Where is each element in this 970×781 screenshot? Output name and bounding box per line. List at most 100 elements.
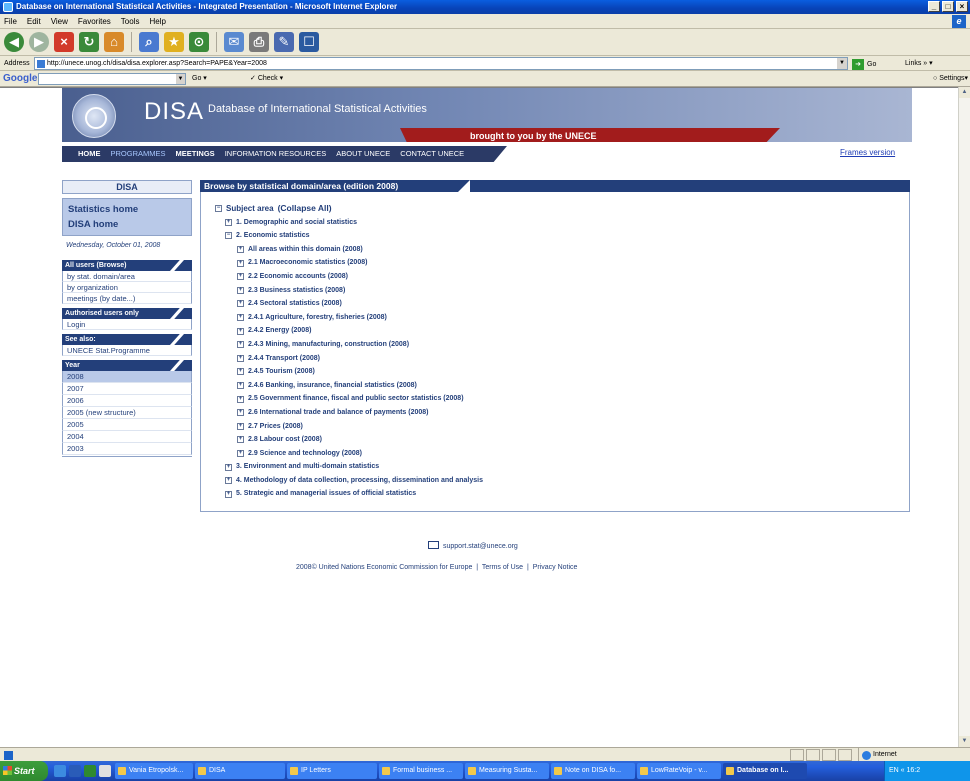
favorites-icon[interactable]: ★ (164, 32, 184, 52)
maximize-button[interactable]: □ (942, 1, 954, 12)
expand-box-icon[interactable]: + (237, 314, 244, 322)
nav-contact-unece[interactable]: CONTACT UNECE (400, 146, 464, 162)
privacy-notice-link[interactable]: Privacy Notice (533, 564, 578, 571)
tree-subitem[interactable]: +2.6 International trade and balance of … (201, 406, 909, 420)
window-title-bar[interactable]: Database on International Statistical Ac… (0, 0, 970, 14)
expand-box-icon[interactable]: + (237, 436, 244, 444)
expand-box-icon[interactable]: + (237, 286, 244, 294)
expand-box-icon[interactable]: + (237, 382, 244, 390)
tree-subitem[interactable]: +2.4.6 Banking, insurance, financial sta… (201, 379, 909, 393)
tree-subitem[interactable]: +2.3 Business statistics (2008) (201, 284, 909, 298)
google-search-input[interactable]: ▼ (38, 73, 186, 85)
tree-subitem[interactable]: +2.4.4 Transport (2008) (201, 352, 909, 366)
tree-subitem[interactable]: +2.8 Labour cost (2008) (201, 433, 909, 447)
address-input[interactable]: http://unece.unog.ch/disa/disa.explorer.… (34, 57, 848, 70)
back-icon[interactable]: ◀ (4, 32, 24, 52)
unece-stat-programme-link[interactable]: UNECE Stat.Programme (62, 345, 192, 356)
search-icon[interactable]: ⌕ (139, 32, 159, 52)
google-check-button[interactable]: ✓ Check ▾ (250, 71, 283, 87)
stop-icon[interactable]: × (54, 32, 74, 52)
taskbar-item[interactable]: Formal business ... (379, 763, 463, 779)
history-icon[interactable]: ⊙ (189, 32, 209, 52)
tree-item-demographic[interactable]: + 1. Demographic and social statistics (201, 216, 909, 230)
expand-box-icon[interactable]: + (237, 395, 244, 403)
taskbar-item[interactable]: Vania Etropolsk... (115, 763, 193, 779)
scroll-up-icon[interactable]: ▲ (959, 87, 970, 98)
taskbar-item[interactable]: Note on DISA fo... (551, 763, 635, 779)
edit-icon[interactable]: ✎ (274, 32, 294, 52)
home-icon[interactable]: ⌂ (104, 32, 124, 52)
taskbar-item[interactable]: LowRateVoip - v... (637, 763, 721, 779)
tree-item-methodology[interactable]: + 4. Methodology of data collection, pro… (201, 474, 909, 488)
tree-subitem[interactable]: +2.2 Economic accounts (2008) (201, 270, 909, 284)
ie-quicklaunch-icon[interactable] (54, 765, 66, 777)
scroll-down-icon[interactable]: ▼ (959, 736, 970, 747)
forward-icon[interactable]: ▶ (29, 32, 49, 52)
year-item[interactable]: 2005 (new structure) (62, 407, 192, 419)
statistics-home-link[interactable]: Statistics home (68, 202, 186, 217)
refresh-icon[interactable]: ↻ (79, 32, 99, 52)
year-item[interactable]: 2008 (62, 371, 192, 383)
tree-subitem[interactable]: +2.4.5 Tourism (2008) (201, 365, 909, 379)
menu-favorites[interactable]: Favorites (78, 14, 111, 28)
vertical-scrollbar[interactable]: ▲ ▼ (958, 87, 970, 747)
collapse-box-icon[interactable]: − (225, 232, 232, 240)
links-button[interactable]: Links » ▾ (905, 56, 933, 71)
browse-by-domain-link[interactable]: by stat. domain/area (62, 271, 192, 282)
minimize-button[interactable]: _ (928, 1, 940, 12)
year-item[interactable]: 2004 (62, 431, 192, 443)
expand-box-icon[interactable]: + (237, 368, 244, 376)
mail-icon[interactable]: ✉ (224, 32, 244, 52)
expand-box-icon[interactable]: + (225, 490, 232, 498)
google-dropdown-icon[interactable]: ▼ (176, 74, 185, 84)
year-item[interactable]: 2003 (62, 443, 192, 455)
menu-edit[interactable]: Edit (27, 14, 41, 28)
nav-meetings[interactable]: MEETINGS (176, 146, 215, 162)
google-go-button[interactable]: Go ▾ (192, 71, 207, 87)
expand-box-icon[interactable]: + (237, 246, 244, 254)
expand-box-icon[interactable]: + (237, 327, 244, 335)
expand-box-icon[interactable]: + (225, 463, 232, 471)
expand-box-icon[interactable]: + (237, 409, 244, 417)
browse-by-organization-link[interactable]: by organization (62, 282, 192, 293)
tree-item-environment[interactable]: + 3. Environment and multi-domain statis… (201, 460, 909, 474)
terms-of-use-link[interactable]: Terms of Use (482, 564, 523, 571)
tree-subitem[interactable]: +2.7 Prices (2008) (201, 420, 909, 434)
tree-subitem[interactable]: +2.4.2 Energy (2008) (201, 324, 909, 338)
tree-item-strategic[interactable]: + 5. Strategic and managerial issues of … (201, 487, 909, 501)
start-button[interactable]: Start (0, 761, 48, 781)
expand-box-icon[interactable]: + (237, 259, 244, 267)
tree-subitem[interactable]: + All areas within this domain (2008) (201, 243, 909, 257)
menu-view[interactable]: View (51, 14, 68, 28)
nav-about-unece[interactable]: ABOUT UNECE (336, 146, 390, 162)
taskbar-item[interactable]: Measuring Susta... (465, 763, 549, 779)
print-icon[interactable]: ⎙ (249, 32, 269, 52)
tree-subitem[interactable]: +2.9 Science and technology (2008) (201, 447, 909, 461)
address-dropdown-icon[interactable]: ▼ (837, 58, 847, 69)
tree-subitem[interactable]: +2.4 Sectoral statistics (2008) (201, 297, 909, 311)
expand-box-icon[interactable]: + (237, 422, 244, 430)
taskbar-item[interactable]: IP Letters (287, 763, 377, 779)
tree-subitem[interactable]: +2.1 Macroeconomic statistics (2008) (201, 256, 909, 270)
taskbar-item[interactable]: DISA (195, 763, 285, 779)
expand-box-icon[interactable]: + (237, 273, 244, 281)
messenger-icon[interactable]: ☐ (299, 32, 319, 52)
tree-subitem[interactable]: +2.4.3 Mining, manufacturing, constructi… (201, 338, 909, 352)
year-item[interactable]: 2007 (62, 383, 192, 395)
year-item[interactable]: 2006 (62, 395, 192, 407)
menu-file[interactable]: File (4, 14, 17, 28)
word-quicklaunch-icon[interactable] (69, 765, 81, 777)
menu-tools[interactable]: Tools (121, 14, 140, 28)
nav-information-resources[interactable]: INFORMATION RESOURCES (225, 146, 327, 162)
year-item[interactable]: 2005 (62, 419, 192, 431)
expand-box-icon[interactable]: + (225, 218, 232, 226)
go-button[interactable]: ➜ Go (852, 57, 876, 72)
tree-item-economic[interactable]: − 2. Economic statistics (201, 229, 909, 243)
frames-version-link[interactable]: Frames version (840, 148, 895, 157)
tree-subitem[interactable]: +2.5 Government finance, fiscal and publ… (201, 392, 909, 406)
tree-root[interactable]: − Subject area (Collapse All) (201, 202, 909, 216)
support-email[interactable]: support.stat@unece.org (428, 541, 518, 550)
expand-box-icon[interactable]: + (225, 477, 232, 485)
collapse-all-link[interactable]: (Collapse All) (278, 202, 332, 216)
taskbar-item-active[interactable]: Database on I... (723, 763, 807, 779)
